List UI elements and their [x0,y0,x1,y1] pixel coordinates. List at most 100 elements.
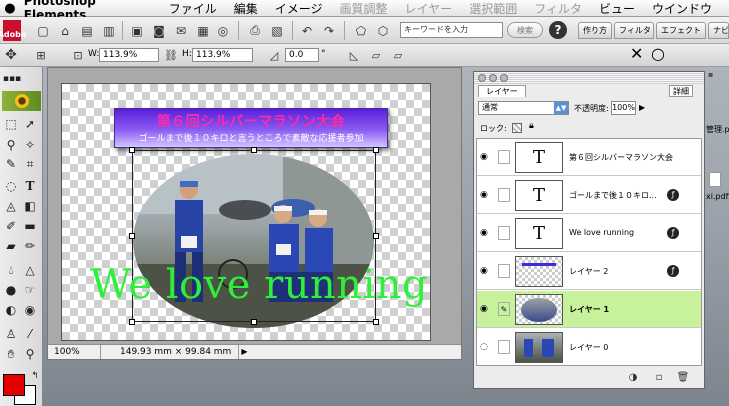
layer-row[interactable]: ◌ レイヤー 0 [477,329,701,365]
visibility-eye-icon[interactable]: ◉ [480,304,494,314]
commit-transform-icon[interactable]: ○ [651,44,665,63]
opacity-field[interactable]: 100% [611,101,636,115]
marquee-tool-icon[interactable]: ⬚ [2,115,20,133]
palette-minimize-icon[interactable] [489,74,497,82]
layer-row[interactable]: ◉ レイヤー 2 ƒ [477,253,701,290]
menu-enhance[interactable]: 画質調整 [340,0,388,17]
magic-wand-icon[interactable]: ✧ [21,136,39,154]
open-file-icon[interactable]: ⌂ [56,22,74,39]
blur-tool-icon[interactable]: 💧︎ [2,261,20,279]
step-backward-icon[interactable]: ⬠ [352,22,370,39]
palette-title-bar[interactable] [474,72,704,84]
transform-handle-tr[interactable] [373,147,379,153]
layer-row[interactable]: ◉ T We love running ƒ [477,215,701,252]
zoom-tool-icon[interactable]: ⚲ [21,345,39,363]
adjustment-layer-icon[interactable]: ◑ [626,372,640,385]
menu-layer[interactable]: レイヤー [405,0,453,17]
lasso-tool-icon[interactable]: ◌ [2,177,20,195]
lock-icon[interactable]: 🔒︎ [529,121,534,131]
menu-edit[interactable]: 編集 [234,0,258,17]
transform-handle-b[interactable] [251,319,257,325]
crop-tool-icon[interactable]: ⌗ [21,155,39,173]
eraser-tool-icon[interactable]: ▰ [2,237,20,255]
swap-colors-icon[interactable]: ↰ [26,367,44,385]
dodge-tool-icon[interactable]: ◐ [2,301,20,319]
transform-handle-r[interactable] [373,233,379,239]
layer-row-selected[interactable]: ◉ ✎ レイヤー 1 [477,291,701,328]
tab-effects[interactable]: エフェクト [656,22,706,39]
rotate-icon[interactable]: ◿ [266,47,282,63]
paint-bucket-icon[interactable]: ◬ [2,197,20,215]
visibility-eye-icon[interactable]: ◉ [480,266,494,276]
foreground-color-swatch[interactable] [3,374,25,396]
angle-field[interactable]: 0.0 [285,48,319,62]
apple-menu-icon[interactable]: ● [0,1,20,16]
undo-icon[interactable]: ↶ [298,22,316,39]
transform-handle-l[interactable] [129,233,135,239]
layer-row[interactable]: ◉ T ゴールまで後１０キロ... ƒ [477,177,701,214]
opacity-slider-arrow-icon[interactable]: ▶ [639,103,645,112]
save-for-web-icon[interactable]: ◙ [150,22,168,39]
reference-point-icon[interactable]: ⊞ [33,47,49,63]
gradient-tool-icon[interactable]: ◧ [21,197,39,215]
zoom-tool-icon[interactable]: ⚲ [2,136,20,154]
new-layer-icon[interactable]: ▫ [652,372,666,385]
import-icon[interactable]: ▥ [100,22,118,39]
visibility-eye-icon[interactable]: ◉ [480,228,494,238]
menu-select[interactable]: 選択範囲 [469,0,517,17]
eyedropper-tool-icon[interactable]: ✎ [2,155,20,173]
tab-howto[interactable]: 作り方 [578,22,612,39]
layer-style-icon[interactable]: ƒ [667,227,679,239]
transform-handle-t[interactable] [251,147,257,153]
color-picker-icon[interactable]: ⁄ [21,325,39,343]
transform-handle-bl[interactable] [129,319,135,325]
overlay-text[interactable]: We love running [90,262,428,308]
shape-tool-icon[interactable]: ▬ [21,217,39,235]
move-tool-icon[interactable]: ➚ [21,115,39,133]
layer-link-toggle[interactable] [498,150,510,164]
palette-zoom-icon[interactable] [500,74,508,82]
tab-navigator[interactable]: ナビ [708,22,729,39]
palette-close-icon[interactable] [478,74,486,82]
zoom-level[interactable]: 100% [54,347,80,357]
red-eye-tool-icon[interactable]: ◉ [21,301,39,319]
clone-stamp-icon[interactable]: ♙ [2,325,20,343]
new-file-icon[interactable]: ▢ [34,22,52,39]
canvas[interactable]: 第６回シルバーマラソン大会 ゴールまで後１０キロと言うところで素敵な応援者参加 [61,83,431,341]
layer-row[interactable]: ◉ T 第６回シルバーマラソン大会 [477,139,701,176]
smudge-tool-icon[interactable]: ☞ [21,281,39,299]
cancel-transform-icon[interactable]: ✕ [630,44,643,63]
layer-link-toggle[interactable] [498,226,510,240]
brush-tool-icon[interactable]: ✐ [2,217,20,235]
layer-link-toggle[interactable] [498,340,510,354]
sponge-tool-icon[interactable]: ● [2,281,20,299]
menu-window[interactable]: ウインドウ [652,0,712,17]
more-options-button[interactable]: 詳細 [669,85,693,97]
sharpen-tool-icon[interactable]: △ [21,261,39,279]
email-icon[interactable]: ✉ [172,22,190,39]
type-tool-icon[interactable]: T [21,177,39,195]
visibility-eye-icon[interactable]: ◌ [480,342,494,352]
redo-icon[interactable]: ↷ [320,22,338,39]
height-field[interactable]: 113.9% [192,48,253,62]
save-icon[interactable]: ▣ [128,22,146,39]
blend-mode-select[interactable]: 通常 ▲▼ [478,101,569,115]
trash-icon[interactable]: 🗑︎ [676,372,690,385]
layer-style-icon[interactable]: ƒ [667,189,679,201]
search-button[interactable]: 検索 [507,22,543,38]
menu-file[interactable]: ファイル [169,0,217,17]
menu-image[interactable]: イメージ [275,0,323,17]
print-icon[interactable]: ⎙ [246,22,264,39]
desktop-file-label[interactable]: xi.pdf [706,192,728,201]
search-input[interactable]: キーワードを入力 [400,22,503,38]
tab-filters[interactable]: フィルタ [614,22,654,39]
print-preview-icon[interactable]: ◎ [214,22,232,39]
status-menu-arrow-icon[interactable]: ▶ [238,345,250,359]
browse-icon[interactable]: ▤ [78,22,96,39]
step-forward-icon[interactable]: ⬡ [374,22,392,39]
layer-link-toggle[interactable] [498,188,510,202]
width-field[interactable]: 113.9% [99,48,159,62]
attach-icon[interactable]: ▦ [194,22,212,39]
brush-link-icon[interactable]: ✎ [498,302,510,316]
pdf-file-icon[interactable] [709,172,721,187]
